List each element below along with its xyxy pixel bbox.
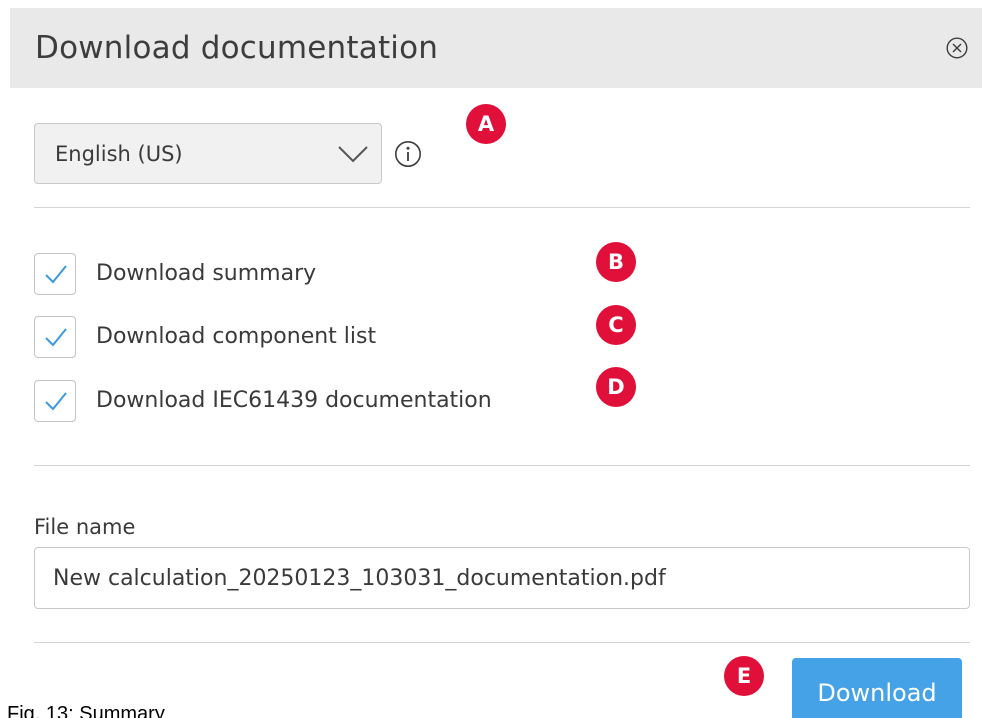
checkbox-label: Download summary bbox=[96, 261, 317, 286]
checkbox-download-component-list[interactable]: Download component list bbox=[34, 316, 634, 360]
divider bbox=[34, 207, 970, 208]
annotation-marker-b: B bbox=[596, 242, 636, 282]
checkbox-label: Download component list bbox=[96, 324, 377, 349]
chevron-down-icon bbox=[337, 143, 369, 165]
divider bbox=[34, 642, 970, 643]
dialog-title: Download documentation bbox=[35, 30, 439, 66]
language-select[interactable]: English (US) bbox=[34, 123, 382, 184]
file-name-label: File name bbox=[34, 515, 136, 539]
file-name-input[interactable] bbox=[34, 547, 970, 609]
info-icon[interactable] bbox=[394, 140, 422, 168]
download-button[interactable]: Download bbox=[792, 658, 962, 718]
annotation-marker-e: E bbox=[724, 656, 764, 696]
checkbox[interactable] bbox=[34, 253, 76, 295]
dialog-header: Download documentation bbox=[10, 8, 982, 88]
checkbox[interactable] bbox=[34, 316, 76, 358]
close-icon[interactable] bbox=[946, 37, 968, 59]
divider bbox=[34, 465, 970, 466]
checkbox[interactable] bbox=[34, 380, 76, 422]
screenshot: Download documentation English (US) A Do… bbox=[0, 0, 982, 718]
figure-caption: Fig. 13: Summary bbox=[7, 703, 165, 718]
checkbox-label: Download IEC61439 documentation bbox=[96, 388, 492, 413]
annotation-marker-c: C bbox=[596, 305, 636, 345]
annotation-marker-d: D bbox=[596, 367, 636, 407]
checkbox-download-iec61439-documentation[interactable]: Download IEC61439 documentation bbox=[34, 380, 634, 424]
annotation-marker-a: A bbox=[466, 104, 506, 144]
language-select-value: English (US) bbox=[55, 142, 183, 166]
checkbox-download-summary[interactable]: Download summary bbox=[34, 253, 634, 297]
